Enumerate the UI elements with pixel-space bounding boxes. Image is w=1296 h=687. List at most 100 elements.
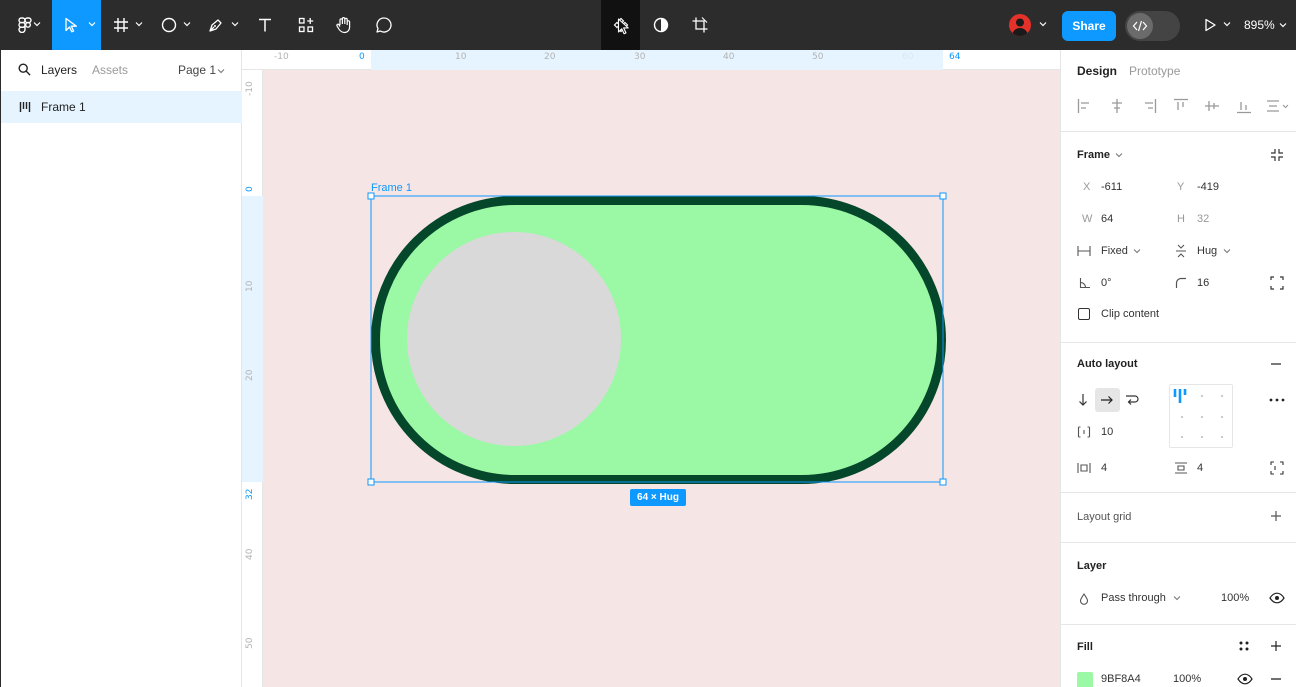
- minus-icon[interactable]: [1270, 676, 1282, 682]
- tab-design[interactable]: Design: [1077, 64, 1117, 78]
- alignment-dot: [1181, 416, 1183, 418]
- alignment-grid[interactable]: [1169, 384, 1233, 448]
- layer-section-title: Layer: [1077, 560, 1107, 572]
- align-horizontal-center-icon[interactable]: [1109, 98, 1125, 114]
- resize-handle[interactable]: [367, 478, 375, 486]
- align-top-icon[interactable]: [1173, 98, 1189, 114]
- main-menu-button[interactable]: [0, 0, 50, 50]
- text-tool-button[interactable]: [250, 0, 280, 50]
- wrap-icon[interactable]: [1125, 393, 1139, 407]
- divider: [1061, 624, 1296, 625]
- align-bottom-icon[interactable]: [1236, 98, 1252, 114]
- ruler-tick: -10: [245, 81, 255, 96]
- search-icon[interactable]: [18, 63, 31, 76]
- align-left-icon[interactable]: [1077, 98, 1093, 114]
- resize-to-fit-icon[interactable]: [1270, 148, 1284, 162]
- toggle-switch-artwork[interactable]: [263, 70, 1060, 687]
- ruler-tick: 32: [245, 488, 255, 500]
- ruler-tick: 64: [949, 52, 961, 62]
- share-button[interactable]: Share: [1062, 11, 1116, 41]
- h-label: H: [1177, 213, 1185, 225]
- play-icon: [1205, 18, 1216, 32]
- mask-button[interactable]: [645, 0, 677, 50]
- resize-handle[interactable]: [367, 192, 375, 200]
- eye-icon[interactable]: [1237, 673, 1253, 685]
- x-label: X: [1083, 181, 1091, 193]
- align-right-icon[interactable]: [1141, 98, 1157, 114]
- dev-mode-toggle[interactable]: [1125, 11, 1180, 41]
- x-field[interactable]: -611: [1101, 181, 1122, 193]
- resources-button[interactable]: [290, 0, 322, 50]
- height-hug-icon: [1176, 244, 1186, 258]
- y-field[interactable]: -419: [1197, 181, 1219, 193]
- chevron-down-icon: [1223, 22, 1231, 27]
- width-field[interactable]: 64: [1101, 213, 1113, 225]
- rotation-field[interactable]: 0°: [1101, 277, 1112, 289]
- ruler-tick: 0: [245, 186, 255, 192]
- toggle-knob[interactable]: [407, 232, 621, 446]
- frame-section-title[interactable]: Frame: [1077, 149, 1110, 161]
- tab-assets[interactable]: Assets: [92, 63, 128, 77]
- styles-grid-icon[interactable]: [1238, 640, 1250, 652]
- pen-tool-button[interactable]: [200, 0, 242, 50]
- corner-radius-field[interactable]: 16: [1197, 277, 1209, 289]
- distribute-icon[interactable]: [1266, 98, 1290, 114]
- alignment-dot: [1221, 395, 1223, 397]
- width-mode-dropdown[interactable]: Fixed: [1101, 245, 1128, 257]
- crop-button[interactable]: [684, 0, 716, 50]
- frame-hash-icon: [114, 18, 128, 32]
- resize-handle[interactable]: [939, 478, 947, 486]
- crop-icon: [692, 17, 708, 33]
- hand-icon: [336, 17, 351, 34]
- fill-opacity-field[interactable]: 100%: [1173, 673, 1201, 685]
- avatar[interactable]: [1009, 14, 1031, 36]
- size-badge: 64 × Hug: [630, 489, 686, 506]
- frame-tool-button[interactable]: [106, 0, 146, 50]
- height-mode-dropdown[interactable]: Hug: [1197, 245, 1217, 257]
- ruler-tick: 40: [245, 548, 255, 560]
- resize-handle[interactable]: [939, 192, 947, 200]
- ruler-tick: 40: [723, 52, 735, 62]
- gap-field[interactable]: 10: [1101, 426, 1113, 438]
- move-tool-button[interactable]: [52, 0, 101, 50]
- present-button[interactable]: [1195, 0, 1235, 50]
- blend-mode-dropdown[interactable]: Pass through: [1101, 592, 1166, 604]
- minus-icon[interactable]: [1270, 359, 1282, 369]
- align-vertical-center-icon[interactable]: [1204, 98, 1220, 114]
- plus-icon[interactable]: [1270, 640, 1282, 652]
- shape-tool-button[interactable]: [153, 0, 195, 50]
- page-selector[interactable]: Page 1: [178, 63, 216, 77]
- eye-icon[interactable]: [1269, 592, 1285, 604]
- plus-icon[interactable]: [1270, 510, 1282, 522]
- horizontal-padding-field[interactable]: 4: [1101, 462, 1107, 474]
- ruler-tick: 20: [544, 52, 556, 62]
- height-field[interactable]: 32: [1197, 213, 1209, 225]
- fill-color-swatch[interactable]: [1077, 672, 1093, 687]
- clip-content-checkbox[interactable]: [1078, 308, 1090, 320]
- hand-tool-button[interactable]: [328, 0, 360, 50]
- arrow-down-icon[interactable]: [1078, 393, 1088, 407]
- chevron-down-icon: [33, 22, 41, 27]
- panel-tabs: Layers Assets Page 1: [1, 50, 242, 90]
- fill-hex-field[interactable]: 9BF8A4: [1101, 673, 1141, 685]
- layer-row[interactable]: Frame 1: [1, 91, 242, 123]
- comment-tool-button[interactable]: [368, 0, 400, 50]
- independent-corners-icon[interactable]: [1270, 276, 1284, 290]
- individual-padding-icon[interactable]: [1270, 461, 1284, 475]
- tab-prototype[interactable]: Prototype: [1129, 64, 1180, 78]
- ruler-tick: 10: [245, 280, 255, 292]
- layer-opacity-field[interactable]: 100%: [1221, 592, 1249, 604]
- layers-panel: Layers Assets Page 1 Frame 1: [0, 50, 242, 687]
- more-options-icon[interactable]: [1269, 394, 1285, 406]
- auto-layout-section-title: Auto layout: [1077, 358, 1138, 370]
- horizontal-ruler: -10 0 10 20 30 40 50 60 64: [242, 50, 1060, 70]
- zoom-level[interactable]: 895%: [1244, 18, 1275, 32]
- vertical-ruler: -10 0 10 20 32 40 50: [242, 70, 263, 687]
- canvas[interactable]: Frame 1 64 × Hug: [263, 70, 1060, 687]
- vertical-padding-field[interactable]: 4: [1197, 462, 1203, 474]
- chevron-down-icon: [1173, 596, 1181, 601]
- tab-layers[interactable]: Layers: [41, 63, 77, 77]
- alignment-dot: [1201, 416, 1203, 418]
- direction-horizontal-button[interactable]: [1095, 388, 1120, 412]
- chevron-down-icon: [1223, 249, 1231, 254]
